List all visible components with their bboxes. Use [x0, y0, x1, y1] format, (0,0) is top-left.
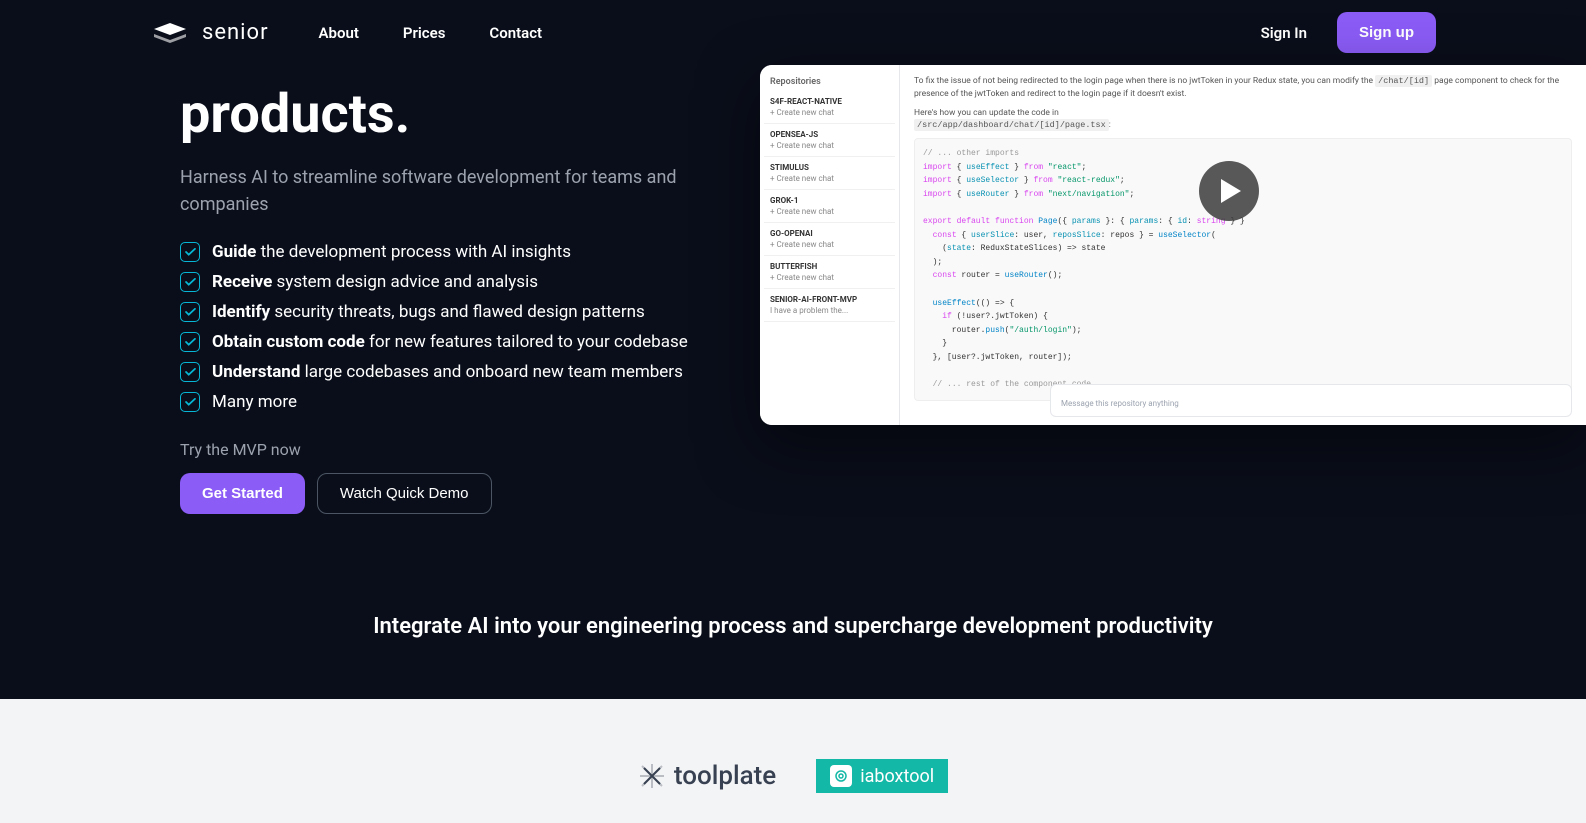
check-icon — [180, 272, 200, 292]
feature-text: Obtain custom code for new features tail… — [212, 332, 688, 352]
toolplate-icon — [638, 762, 666, 790]
nav-link-contact[interactable]: Contact — [489, 24, 542, 42]
chat-input[interactable]: Message this repository anything — [1050, 384, 1572, 417]
nav-left: senior About Prices Contact — [150, 20, 542, 45]
demo-explanation-2: Here's how you can update the code in /s… — [914, 107, 1572, 133]
hero-section: products. Harness AI to streamline softw… — [0, 65, 1586, 514]
partner-toolplate[interactable]: toolplate — [638, 761, 776, 791]
repo-item[interactable]: STIMULUS+ Create new chat — [764, 157, 895, 190]
chat-placeholder: Message this repository anything — [1061, 399, 1179, 408]
feature-list: Guide the development process with AI in… — [180, 242, 700, 412]
nav-link-about[interactable]: About — [319, 24, 359, 42]
sign-in-link[interactable]: Sign In — [1261, 24, 1307, 42]
play-button[interactable] — [1199, 161, 1259, 221]
iabox-icon — [830, 765, 852, 787]
watch-demo-button[interactable]: Watch Quick Demo — [317, 473, 492, 514]
repo-item[interactable]: OPENSEA-JS+ Create new chat — [764, 124, 895, 157]
feature-item: Obtain custom code for new features tail… — [180, 332, 700, 352]
hero-subtitle: Harness AI to streamline software develo… — [180, 164, 700, 218]
get-started-button[interactable]: Get Started — [180, 473, 305, 514]
nav-right: Sign In Sign up — [1261, 12, 1436, 53]
check-icon — [180, 392, 200, 412]
hero-right: Repositories S4F-REACT-NATIVE+ Create ne… — [760, 65, 1586, 514]
hero-left: products. Harness AI to streamline softw… — [180, 65, 700, 514]
sidebar-title: Repositories — [764, 73, 895, 91]
sign-up-button[interactable]: Sign up — [1337, 12, 1436, 53]
feature-text: Many more — [212, 392, 297, 412]
check-icon — [180, 332, 200, 352]
feature-text: Receive system design advice and analysi… — [212, 272, 538, 292]
logo[interactable]: senior — [150, 20, 269, 45]
repo-item[interactable]: BUTTERFISH+ Create new chat — [764, 256, 895, 289]
cta-buttons: Get Started Watch Quick Demo — [180, 473, 700, 514]
nav-links: About Prices Contact — [319, 24, 543, 42]
partner-iabox[interactable]: iaboxtool — [816, 759, 948, 793]
nav-link-prices[interactable]: Prices — [403, 24, 446, 42]
repo-item[interactable]: GO-OPENAI+ Create new chat — [764, 223, 895, 256]
partners-section: toolplate iaboxtool — [0, 699, 1586, 823]
toolplate-text: toolplate — [674, 761, 776, 791]
hero-title: products. — [180, 85, 700, 144]
feature-text: Understand large codebases and onboard n… — [212, 362, 683, 382]
navbar: senior About Prices Contact Sign In Sign… — [0, 0, 1586, 65]
demo-explanation: To fix the issue of not being redirected… — [914, 75, 1572, 101]
logo-icon — [150, 21, 190, 45]
demo-window: Repositories S4F-REACT-NATIVE+ Create ne… — [760, 65, 1586, 425]
logo-text: senior — [202, 20, 269, 45]
iabox-text: iaboxtool — [860, 766, 934, 787]
feature-text: Identify security threats, bugs and flaw… — [212, 302, 645, 322]
feature-text: Guide the development process with AI in… — [212, 242, 571, 262]
feature-item: Receive system design advice and analysi… — [180, 272, 700, 292]
repo-item[interactable]: SENIOR-AI-FRONT-MVPI have a problem the.… — [764, 289, 895, 322]
play-icon — [1221, 179, 1241, 203]
demo-sidebar: Repositories S4F-REACT-NATIVE+ Create ne… — [760, 65, 900, 425]
feature-item: Identify security threats, bugs and flaw… — [180, 302, 700, 322]
feature-item: Guide the development process with AI in… — [180, 242, 700, 262]
feature-item: Many more — [180, 392, 700, 412]
cta-label: Try the MVP now — [180, 440, 700, 459]
demo-main: To fix the issue of not being redirected… — [900, 65, 1586, 425]
repo-item[interactable]: GROK-1+ Create new chat — [764, 190, 895, 223]
repo-item[interactable]: S4F-REACT-NATIVE+ Create new chat — [764, 91, 895, 124]
feature-item: Understand large codebases and onboard n… — [180, 362, 700, 382]
tagline: Integrate AI into your engineering proce… — [0, 514, 1586, 699]
check-icon — [180, 362, 200, 382]
check-icon — [180, 242, 200, 262]
check-icon — [180, 302, 200, 322]
